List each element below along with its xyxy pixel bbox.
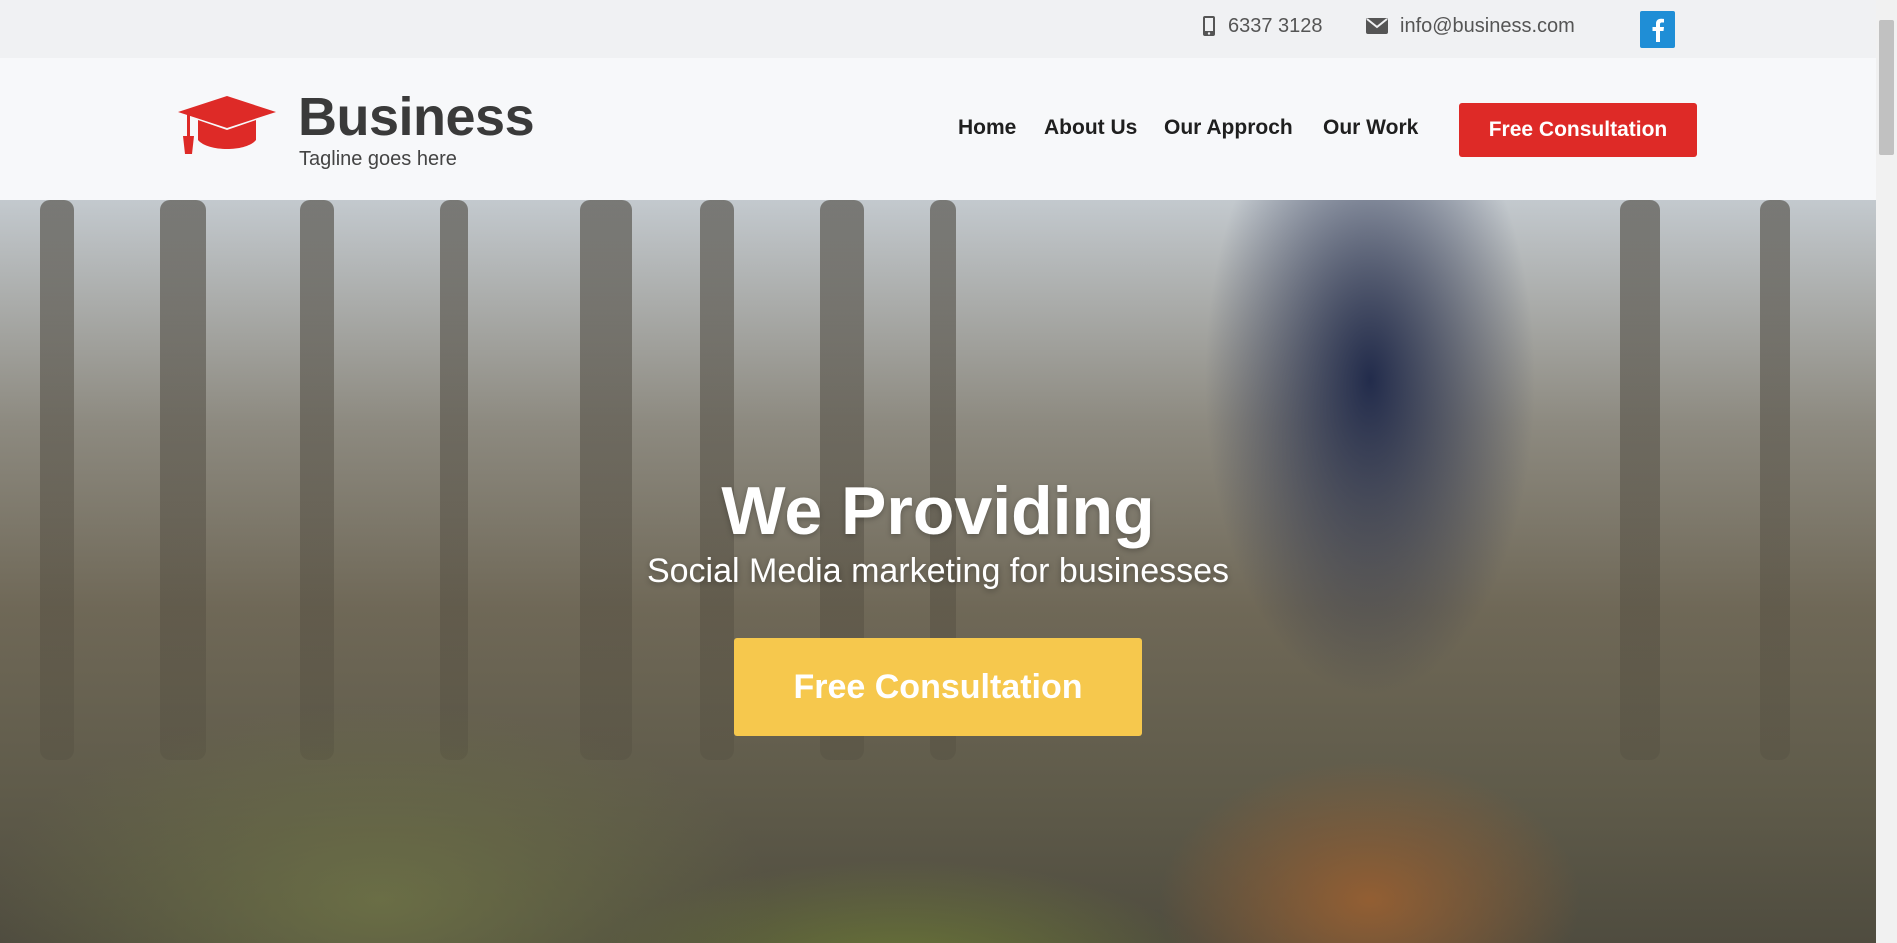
header-free-consultation-button[interactable]: Free Consultation <box>1459 103 1697 157</box>
facebook-icon <box>1652 18 1664 42</box>
scrollbar-thumb[interactable] <box>1879 20 1894 155</box>
phone-contact[interactable]: 6337 3128 <box>1202 0 1323 52</box>
email-contact[interactable]: info@business.com <box>1366 0 1575 52</box>
graduation-cap-icon[interactable] <box>178 96 276 156</box>
brand-tagline: Tagline goes here <box>299 148 457 170</box>
hero-subtitle: Social Media marketing for businesses <box>646 552 1230 590</box>
phone-number: 6337 3128 <box>1228 14 1323 37</box>
nav-home[interactable]: Home <box>958 116 1016 140</box>
brand-name[interactable]: Business <box>298 84 535 150</box>
nav-our-work[interactable]: Our Work <box>1323 116 1418 140</box>
mobile-phone-icon <box>1203 16 1215 36</box>
nav-about-us[interactable]: About Us <box>1044 116 1137 140</box>
nav-our-approch[interactable]: Our Approch <box>1164 116 1293 140</box>
facebook-button[interactable] <box>1640 11 1675 48</box>
hero-free-consultation-button[interactable]: Free Consultation <box>734 638 1142 736</box>
hero-title: We Providing <box>721 473 1155 549</box>
email-address: info@business.com <box>1400 14 1575 37</box>
envelope-icon <box>1366 18 1388 34</box>
top-contact-bar: 6337 3128 info@business.com <box>0 0 1876 58</box>
page-scrollbar[interactable] <box>1876 0 1897 943</box>
hero-section: We Providing Social Media marketing for … <box>0 200 1876 943</box>
